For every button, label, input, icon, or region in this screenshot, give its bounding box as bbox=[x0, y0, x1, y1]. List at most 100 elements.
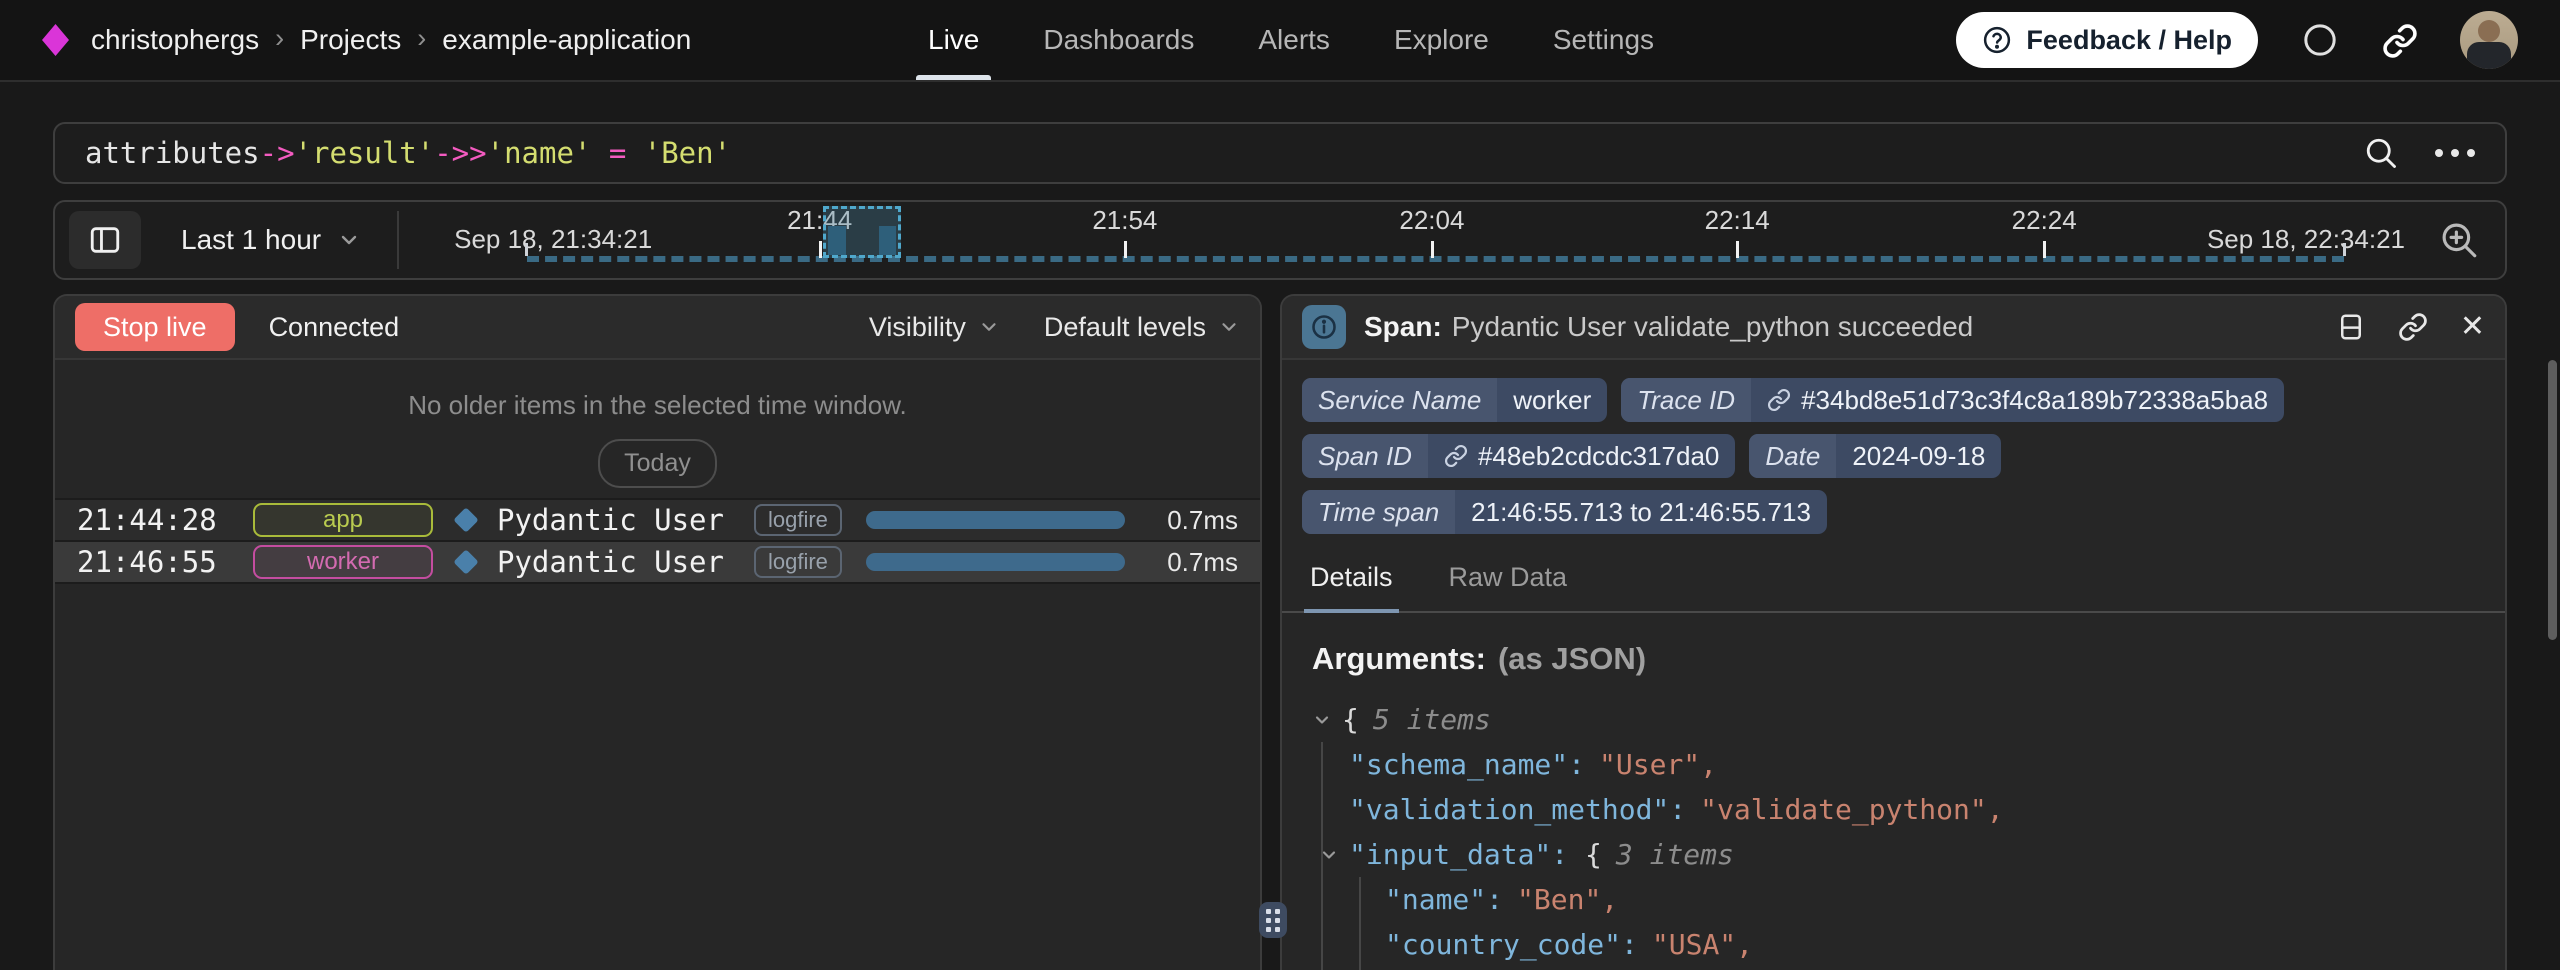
today-date-pill[interactable]: Today bbox=[598, 439, 717, 488]
copy-link-icon[interactable] bbox=[2398, 312, 2428, 342]
help-circle-icon bbox=[1982, 25, 2012, 55]
main-content: Stop live Connected Visibility Default l… bbox=[53, 294, 2507, 970]
timeline-end-label: Sep 18, 22:34:21 bbox=[2207, 224, 2405, 255]
chevron-down-icon bbox=[337, 228, 361, 252]
tab-alerts[interactable]: Alerts bbox=[1258, 0, 1330, 80]
query-string: 'Ben' bbox=[644, 136, 731, 170]
span-detail-panel: Span:Pydantic User validate_python succe… bbox=[1280, 294, 2507, 970]
detail-title: Span:Pydantic User validate_python succe… bbox=[1364, 311, 1973, 343]
zoom-in-icon[interactable] bbox=[2413, 219, 2505, 261]
detail-panel-header: Span:Pydantic User validate_python succe… bbox=[1282, 296, 2505, 360]
query-field: attributes bbox=[85, 136, 260, 170]
arguments-heading: Arguments:(as JSON) bbox=[1312, 641, 2475, 677]
timeline[interactable]: Sep 18, 21:34:21 Sep 18, 22:34:21 21:44 … bbox=[409, 202, 2413, 278]
trace-row[interactable]: 21:44:28 app Pydantic User logfire 0.7ms bbox=[55, 500, 1260, 542]
timeline-selection-window[interactable] bbox=[823, 206, 901, 258]
service-badge-worker[interactable]: worker bbox=[253, 545, 433, 579]
time-span-badge: Time span 21:46:55.713 to 21:46:55.713 bbox=[1302, 490, 1827, 534]
breadcrumb-separator-icon: › bbox=[417, 23, 426, 58]
timeline-start-label: Sep 18, 21:34:21 bbox=[454, 224, 652, 255]
user-avatar[interactable] bbox=[2460, 11, 2518, 69]
collapse-caret-icon[interactable] bbox=[1312, 710, 1332, 730]
detail-content: Arguments:(as JSON) { 5 items "schema_na… bbox=[1282, 613, 2505, 970]
dock-panel-icon[interactable] bbox=[2336, 312, 2366, 342]
breadcrumb-project-name[interactable]: example-application bbox=[442, 24, 691, 56]
json-line: "country_code":"USA", bbox=[1385, 922, 2475, 967]
trace-rows: 21:44:28 app Pydantic User logfire 0.7ms… bbox=[55, 498, 1260, 584]
logfire-logo-icon[interactable] bbox=[42, 24, 69, 56]
span-diamond-icon bbox=[453, 507, 478, 532]
json-line: "validation_method":"validate_python", bbox=[1349, 787, 2475, 832]
query-actions bbox=[2363, 135, 2475, 171]
search-icon[interactable] bbox=[2363, 135, 2399, 171]
json-line: "name":"Ben", bbox=[1385, 877, 2475, 922]
service-badge-app[interactable]: app bbox=[253, 503, 433, 537]
feedback-help-button[interactable]: Feedback / Help bbox=[1956, 12, 2258, 68]
item-count: 3 items bbox=[1616, 838, 1734, 871]
live-panel-header: Stop live Connected Visibility Default l… bbox=[55, 296, 1260, 360]
timeline-track[interactable]: 21:44 21:54 22:04 22:14 22:24 bbox=[527, 256, 2344, 262]
trace-row-selected[interactable]: 21:46:55 worker Pydantic User logfire 0.… bbox=[55, 542, 1260, 584]
collapse-caret-icon[interactable] bbox=[1319, 845, 1339, 865]
top-navbar: christophergs › Projects › example-appli… bbox=[0, 0, 2560, 82]
json-root-line[interactable]: { 5 items bbox=[1312, 697, 2475, 742]
time-range-bar: Last 1 hour Sep 18, 21:34:21 Sep 18, 22:… bbox=[53, 200, 2507, 280]
main-nav-tabs: Live Dashboards Alerts Explore Settings bbox=[928, 0, 1654, 80]
page-scrollbar[interactable] bbox=[2548, 360, 2557, 640]
detail-actions: ✕ bbox=[2336, 312, 2485, 342]
json-tree: { 5 items "schema_name":"User", "validat… bbox=[1312, 697, 2475, 970]
json-root-children: "schema_name":"User", "validation_method… bbox=[1321, 742, 2475, 970]
theme-toggle-icon[interactable] bbox=[2300, 20, 2340, 60]
sidebar-toggle-button[interactable] bbox=[69, 211, 141, 269]
live-trace-panel: Stop live Connected Visibility Default l… bbox=[53, 294, 1262, 970]
copy-link-icon[interactable] bbox=[2382, 23, 2418, 59]
tab-settings[interactable]: Settings bbox=[1553, 0, 1654, 80]
query-string: 'name' bbox=[487, 136, 592, 170]
tab-dashboards[interactable]: Dashboards bbox=[1043, 0, 1194, 80]
json-nested-children: "name":"Ben", "country_code":"USA", "dob… bbox=[1359, 877, 2475, 970]
tab-live[interactable]: Live bbox=[928, 0, 979, 80]
duration-label: 0.7ms bbox=[1154, 505, 1238, 536]
item-count: 5 items bbox=[1373, 703, 1491, 736]
query-input[interactable]: attributes->'result'->>'name' = 'Ben' bbox=[85, 136, 731, 170]
query-bar[interactable]: attributes->'result'->>'name' = 'Ben' bbox=[53, 122, 2507, 184]
duration-label: 0.7ms bbox=[1154, 547, 1238, 578]
more-options-icon[interactable] bbox=[2435, 149, 2475, 157]
span-title: Pydantic User bbox=[497, 503, 724, 537]
divider bbox=[397, 211, 399, 269]
close-icon[interactable]: ✕ bbox=[2460, 312, 2485, 342]
logfire-tag[interactable]: logfire bbox=[754, 504, 842, 536]
breadcrumb-projects[interactable]: Projects bbox=[300, 24, 401, 56]
query-operator: -> bbox=[260, 136, 295, 170]
date-badge: Date 2024-09-18 bbox=[1749, 434, 2001, 478]
row-timestamp: 21:44:28 bbox=[77, 503, 237, 537]
visibility-dropdown[interactable]: Visibility bbox=[869, 312, 1000, 343]
breadcrumb-separator-icon: › bbox=[275, 23, 284, 58]
breadcrumb-account[interactable]: christophergs bbox=[91, 24, 259, 56]
time-range-dropdown[interactable]: Last 1 hour bbox=[181, 224, 361, 256]
query-operator: ->> bbox=[434, 136, 486, 170]
row-timestamp: 21:46:55 bbox=[77, 545, 237, 579]
json-object-line[interactable]: "input_data": { 3 items bbox=[1319, 832, 2475, 877]
feedback-help-label: Feedback / Help bbox=[2026, 25, 2232, 56]
breadcrumb: christophergs › Projects › example-appli… bbox=[91, 23, 691, 58]
detail-tabs: Details Raw Data bbox=[1282, 546, 2505, 613]
default-levels-dropdown[interactable]: Default levels bbox=[1044, 312, 1240, 343]
chevron-down-icon bbox=[1218, 316, 1240, 338]
logfire-tag[interactable]: logfire bbox=[754, 546, 842, 578]
panel-resize-handle[interactable] bbox=[1259, 902, 1287, 938]
chevron-down-icon bbox=[978, 316, 1000, 338]
connection-status: Connected bbox=[269, 312, 400, 343]
tab-raw-data[interactable]: Raw Data bbox=[1443, 546, 1574, 611]
span-id-badge[interactable]: Span ID #48eb2cdcdc317da0 bbox=[1302, 434, 1735, 478]
navbar-right-controls: Feedback / Help bbox=[1956, 11, 2518, 69]
link-icon bbox=[1444, 444, 1468, 468]
detail-title-prefix: Span: bbox=[1364, 311, 1442, 342]
trace-id-badge[interactable]: Trace ID #34bd8e51d73c3f4c8a189b72338a5b… bbox=[1621, 378, 2284, 422]
duration-bar bbox=[866, 553, 1128, 571]
json-line: "schema_name":"User", bbox=[1349, 742, 2475, 787]
stop-live-button[interactable]: Stop live bbox=[75, 303, 235, 351]
query-string: 'result' bbox=[295, 136, 435, 170]
tab-explore[interactable]: Explore bbox=[1394, 0, 1489, 80]
tab-details[interactable]: Details bbox=[1304, 546, 1399, 613]
